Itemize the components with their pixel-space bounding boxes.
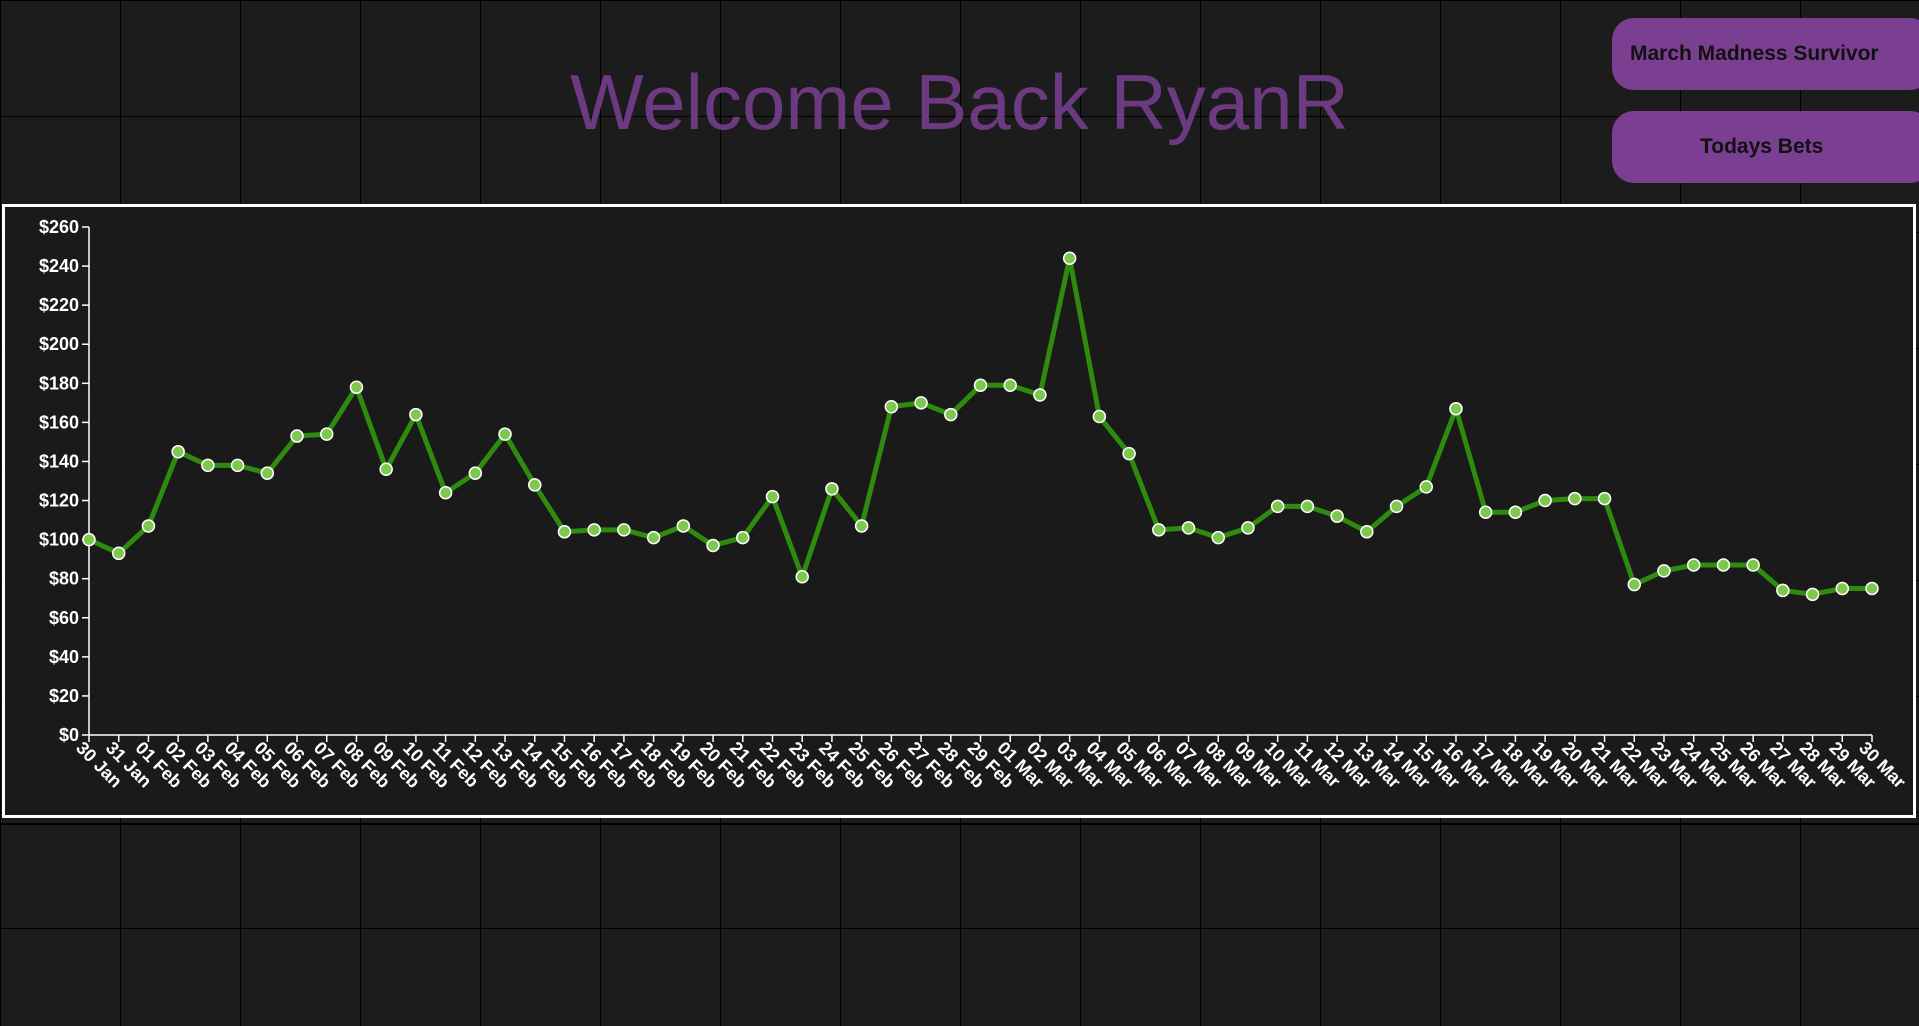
- data-point[interactable]: [944, 407, 958, 422]
- data-point[interactable]: [587, 523, 601, 537]
- data-point[interactable]: [1122, 446, 1136, 461]
- data-point[interactable]: [1478, 505, 1493, 520]
- data-point[interactable]: [914, 396, 928, 410]
- data-point[interactable]: [111, 546, 126, 561]
- data-point[interactable]: [973, 378, 988, 393]
- data-point[interactable]: [1270, 499, 1285, 514]
- data-point[interactable]: [349, 380, 364, 394]
- data-point[interactable]: [171, 444, 185, 459]
- data-point[interactable]: [884, 400, 899, 414]
- section-divider: [0, 823, 1919, 825]
- data-point[interactable]: [765, 489, 780, 504]
- data-point[interactable]: [1865, 581, 1879, 596]
- data-point[interactable]: [1152, 523, 1166, 537]
- data-point[interactable]: [1389, 499, 1404, 514]
- data-point[interactable]: [706, 538, 720, 553]
- data-point[interactable]: [854, 519, 869, 533]
- y-tick-label: $260: [39, 217, 79, 237]
- data-point[interactable]: [736, 530, 750, 545]
- data-point[interactable]: [1181, 521, 1196, 535]
- data-point[interactable]: [1805, 587, 1820, 602]
- data-point[interactable]: [1449, 401, 1463, 416]
- data-point[interactable]: [498, 427, 512, 441]
- y-tick-label: $220: [39, 295, 79, 315]
- data-point[interactable]: [1627, 577, 1642, 592]
- y-tick-label: $180: [39, 373, 79, 393]
- y-tick-label: $60: [49, 608, 79, 628]
- y-tick-label: $200: [39, 334, 79, 354]
- data-point[interactable]: [468, 466, 483, 480]
- data-point[interactable]: [1092, 409, 1107, 424]
- x-axis: 30 Jan31 Jan01 Feb02 Feb03 Feb04 Feb05 F…: [72, 734, 1910, 792]
- data-point[interactable]: [82, 532, 96, 547]
- data-point[interactable]: [1835, 581, 1850, 596]
- data-point[interactable]: [141, 519, 156, 533]
- y-tick-label: $100: [39, 530, 79, 550]
- y-axis: $0 $20 $40 $60 $80 $100 $120 $140 $160 $180 $200 $2…: [39, 217, 90, 745]
- data-point[interactable]: [201, 458, 215, 473]
- series-balance: [82, 251, 1879, 602]
- y-tick-label: $120: [39, 491, 79, 511]
- y-tick-label: $160: [39, 412, 79, 432]
- data-point[interactable]: [319, 427, 334, 441]
- data-point[interactable]: [1360, 525, 1374, 539]
- balance-line-chart: $0 $20 $40 $60 $80 $100 $120 $140 $160 $180 $200 $2…: [39, 217, 1910, 792]
- y-tick-label: $80: [49, 569, 79, 589]
- data-point[interactable]: [617, 523, 631, 537]
- data-point[interactable]: [1508, 505, 1523, 520]
- data-point[interactable]: [1686, 558, 1701, 572]
- data-point[interactable]: [438, 485, 453, 500]
- data-point[interactable]: [557, 525, 572, 539]
- data-point[interactable]: [1597, 491, 1612, 506]
- balance-line: [87, 255, 1872, 597]
- y-tick-label: $20: [49, 686, 79, 706]
- todays-bets-button[interactable]: Todays Bets: [1612, 111, 1919, 183]
- data-point[interactable]: [1538, 493, 1552, 508]
- data-point[interactable]: [676, 519, 691, 533]
- data-point[interactable]: [290, 429, 304, 443]
- data-point[interactable]: [795, 569, 809, 584]
- data-point[interactable]: [1419, 480, 1433, 494]
- data-point[interactable]: [1776, 583, 1790, 598]
- data-point[interactable]: [646, 530, 661, 545]
- y-tick-label: $0: [59, 725, 79, 745]
- data-point[interactable]: [379, 462, 393, 477]
- data-point[interactable]: [1211, 530, 1225, 545]
- data-point[interactable]: [1300, 499, 1315, 514]
- data-point[interactable]: [1716, 558, 1731, 572]
- y-tick-label: $140: [39, 451, 79, 471]
- data-point[interactable]: [260, 466, 275, 480]
- data-point[interactable]: [1033, 388, 1047, 402]
- data-point[interactable]: [1330, 509, 1344, 523]
- y-tick-label: $240: [39, 256, 79, 276]
- march-madness-survivor-button[interactable]: March Madness Survivor: [1612, 18, 1919, 90]
- data-point[interactable]: [1568, 491, 1582, 506]
- data-point[interactable]: [1657, 564, 1671, 578]
- data-point[interactable]: [1062, 251, 1077, 266]
- data-point[interactable]: [825, 482, 839, 496]
- data-point[interactable]: [1746, 558, 1760, 572]
- balance-chart-panel: $0 $20 $40 $60 $80 $100 $120 $140 $160 $180 $200 $2…: [2, 204, 1916, 818]
- data-point[interactable]: [230, 458, 245, 473]
- data-point[interactable]: [528, 478, 542, 492]
- y-tick-label: $40: [49, 647, 79, 667]
- data-point[interactable]: [1003, 378, 1017, 393]
- data-point[interactable]: [409, 407, 423, 422]
- data-point[interactable]: [1241, 521, 1255, 535]
